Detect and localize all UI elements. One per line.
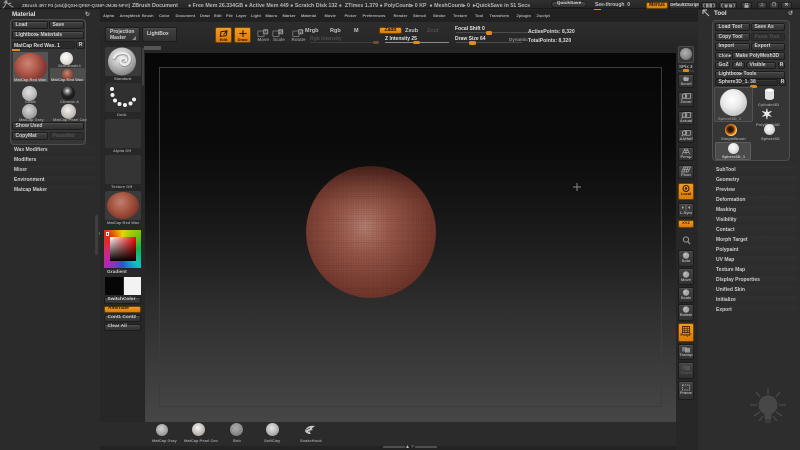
svg-text:S: S — [279, 29, 282, 34]
svg-text:M: M — [264, 29, 268, 34]
svg-text:R: R — [299, 29, 302, 34]
